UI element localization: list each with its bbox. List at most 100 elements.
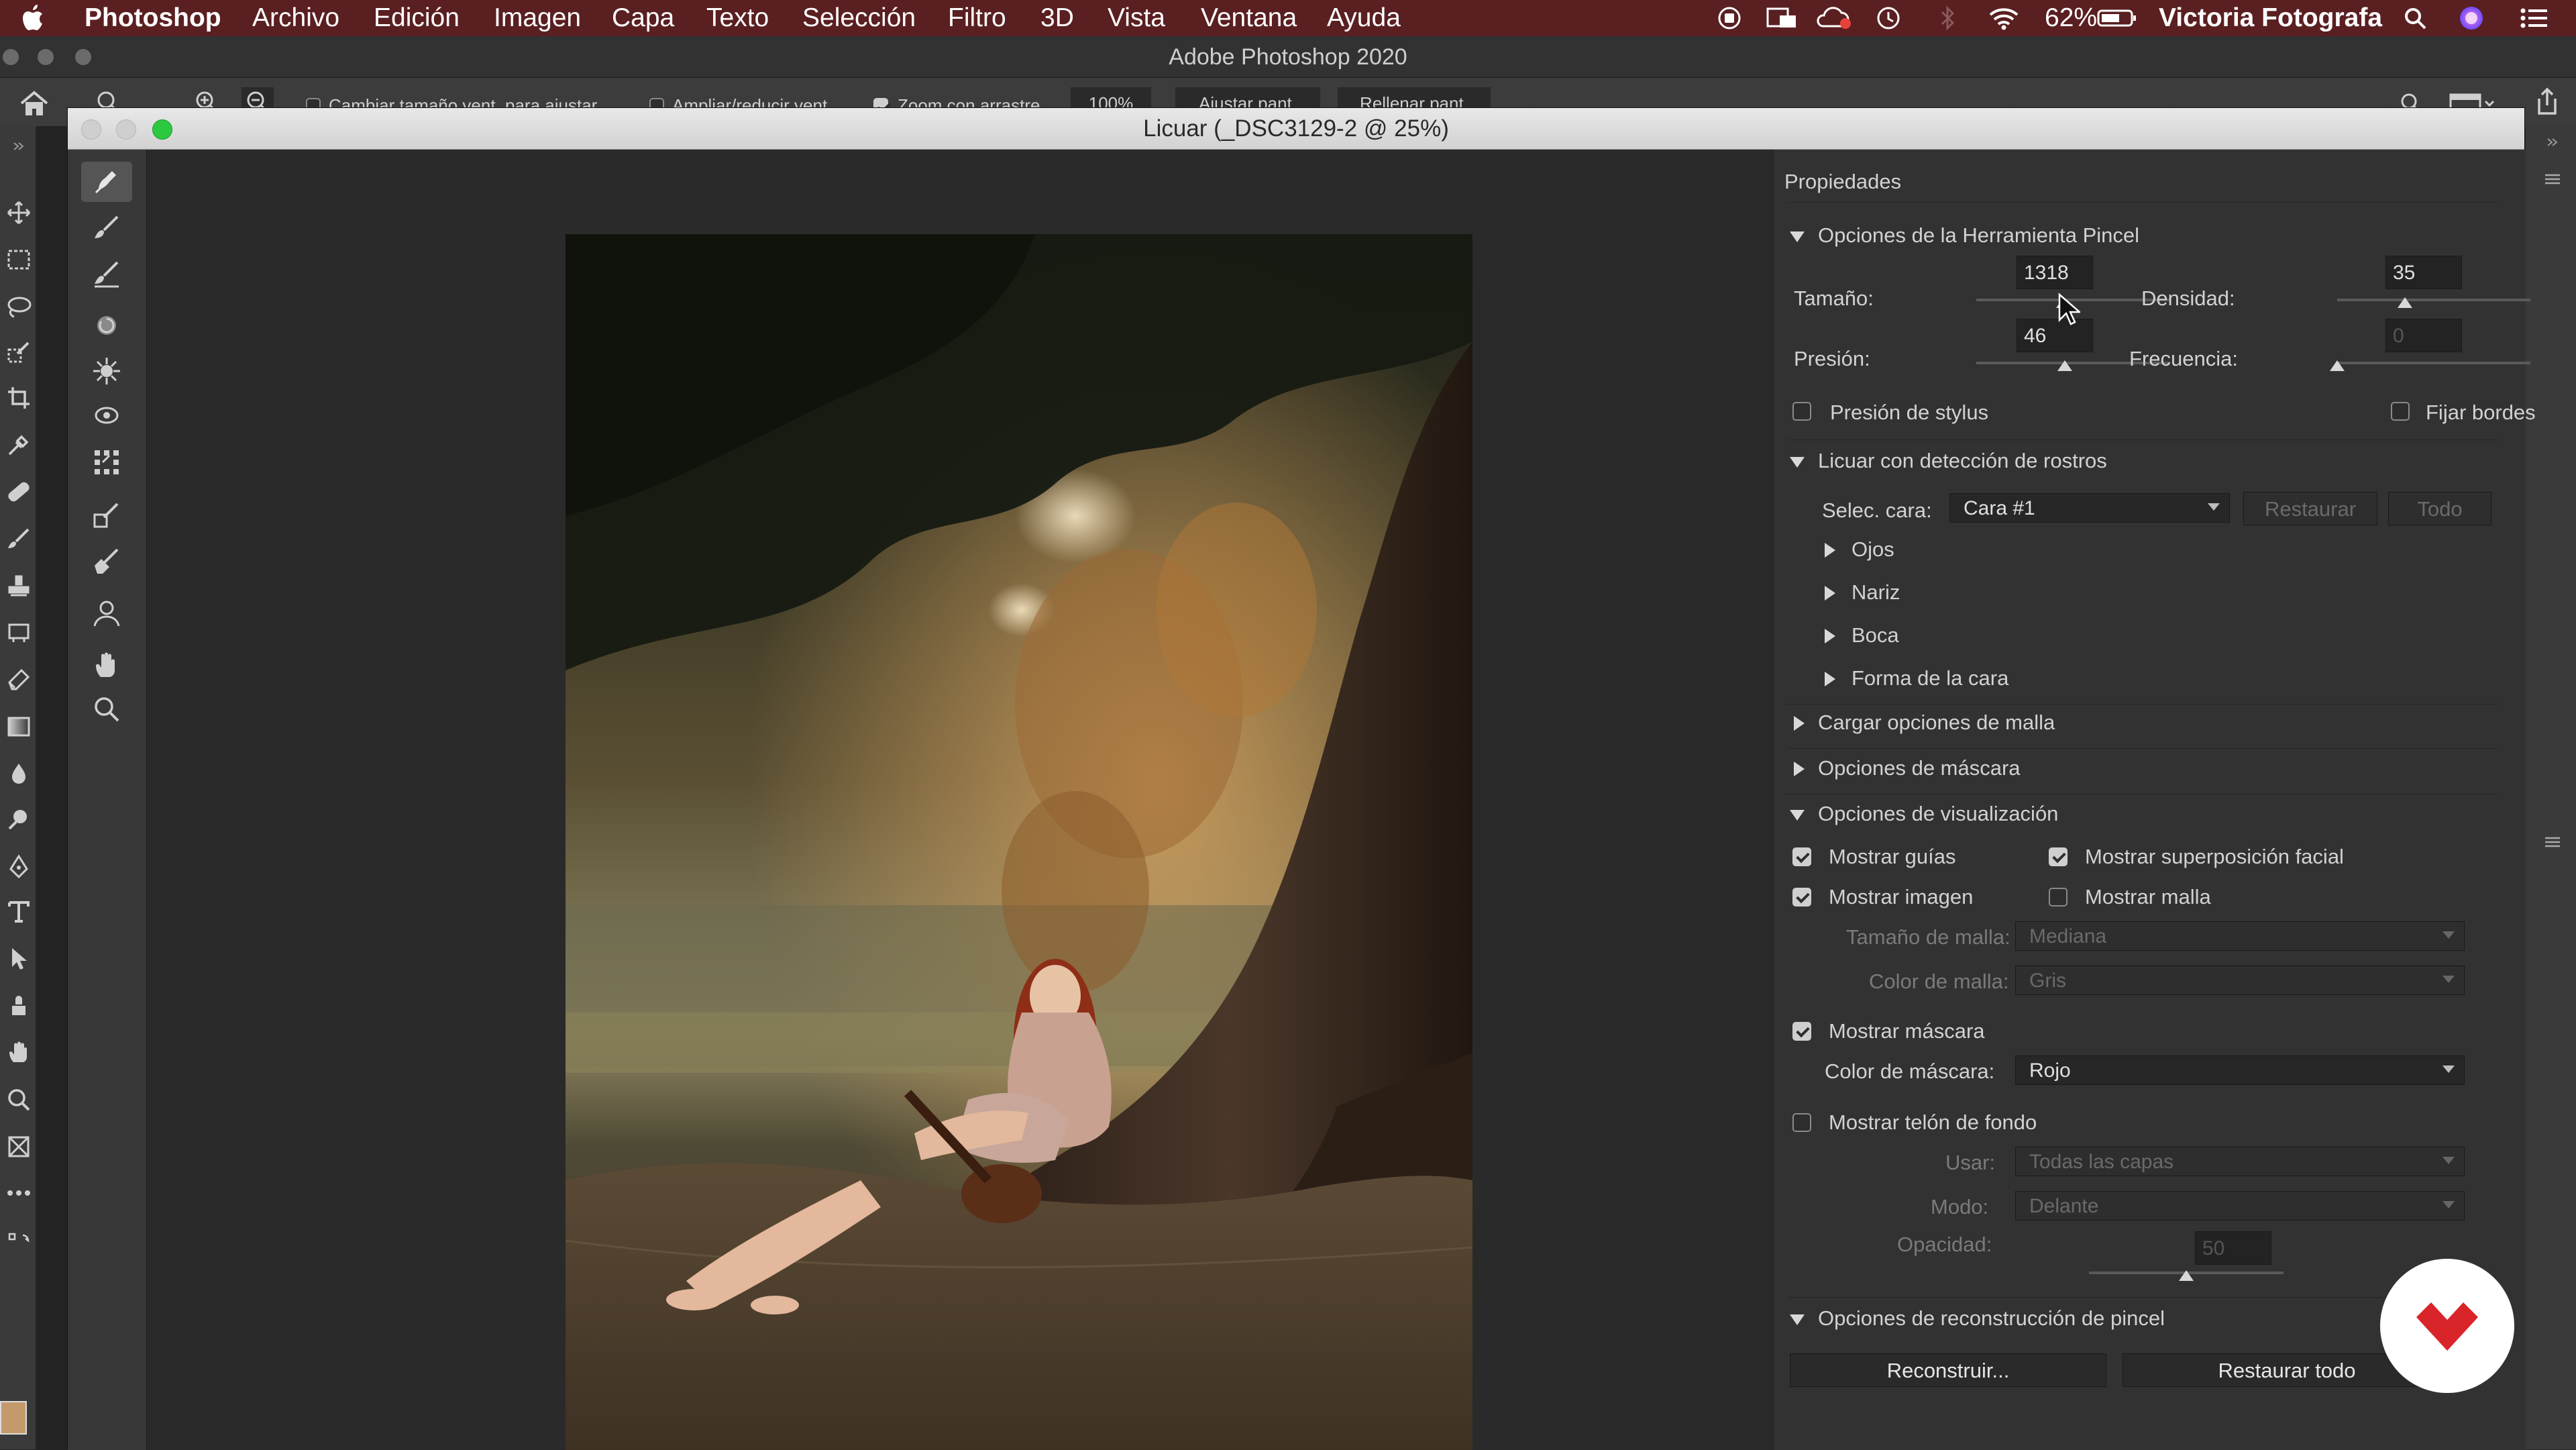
battery-icon[interactable] xyxy=(2096,4,2139,32)
user-name[interactable]: Victoria Fotografa xyxy=(2159,0,2382,36)
eyedropper-tool-icon[interactable] xyxy=(4,428,34,462)
face-shape-label[interactable]: Forma de la cara xyxy=(1851,666,2008,690)
mouth-label[interactable]: Boca xyxy=(1851,623,1899,648)
eyes-expand-icon[interactable] xyxy=(1825,543,1835,558)
toolbar-collapse-icon[interactable] xyxy=(0,140,36,153)
move-tool-icon[interactable] xyxy=(4,196,34,229)
select-face-dropdown[interactable]: Cara #1 xyxy=(1949,493,2230,523)
healing-brush-tool-icon[interactable] xyxy=(4,475,34,509)
share-icon[interactable] xyxy=(2530,86,2564,117)
object-selection-tool-icon[interactable] xyxy=(4,335,34,369)
show-image-checkbox[interactable] xyxy=(1792,888,1811,907)
reconstruct-header[interactable]: Opciones de reconstrucción de pincel xyxy=(1818,1306,2165,1331)
face-aware-header[interactable]: Licuar con detección de rostros xyxy=(1818,449,2107,473)
show-guides-checkbox[interactable] xyxy=(1792,847,1811,866)
liquify-zoom-tool-icon[interactable] xyxy=(81,689,132,729)
time-machine-icon[interactable] xyxy=(1872,4,1905,32)
forward-warp-tool-icon[interactable] xyxy=(81,162,132,202)
hand-tool-icon[interactable] xyxy=(4,1036,34,1070)
artboard-tool-icon[interactable] xyxy=(4,1130,34,1163)
load-mesh-expand-icon[interactable] xyxy=(1794,716,1805,731)
path-selection-tool-icon[interactable] xyxy=(4,942,34,976)
notes-icon[interactable] xyxy=(1763,4,1801,32)
menu-seleccion[interactable]: Selección xyxy=(802,0,916,36)
reconstruct-button[interactable]: Reconstruir... xyxy=(1790,1353,2106,1387)
view-options-header[interactable]: Opciones de visualización xyxy=(1818,802,2058,826)
rate-field[interactable]: 0 xyxy=(2385,319,2462,352)
brush-tool-icon[interactable] xyxy=(4,522,34,556)
lasso-tool-icon[interactable] xyxy=(4,290,34,323)
menu-3d[interactable]: 3D xyxy=(1040,0,1074,36)
menu-vista[interactable]: Vista xyxy=(1108,0,1165,36)
menu-imagen[interactable]: Imagen xyxy=(494,0,581,36)
menu-archivo[interactable]: Archivo xyxy=(252,0,339,36)
wifi-icon[interactable] xyxy=(1986,4,2022,32)
density-slider-track[interactable] xyxy=(2337,299,2530,301)
face-overlay-checkbox[interactable] xyxy=(2049,847,2068,866)
bluetooth-icon[interactable] xyxy=(1937,4,1957,32)
pressure-slider-thumb[interactable] xyxy=(2057,360,2073,371)
siri-icon[interactable] xyxy=(2457,4,2486,32)
menu-app-name[interactable]: Photoshop xyxy=(85,0,221,36)
menu-ventana[interactable]: Ventana xyxy=(1201,0,1297,36)
density-field[interactable]: 35 xyxy=(2385,256,2462,289)
swap-colors-icon[interactable] xyxy=(4,1228,34,1255)
face-aware-collapse-icon[interactable] xyxy=(1790,457,1805,468)
opacity-field[interactable]: 50 xyxy=(2195,1231,2271,1265)
home-icon[interactable] xyxy=(16,89,52,118)
freeze-mask-tool-icon[interactable] xyxy=(81,495,132,535)
mask-color-dropdown[interactable]: Rojo xyxy=(2015,1055,2465,1085)
photo-preview[interactable] xyxy=(566,234,1472,1450)
view-options-collapse-icon[interactable] xyxy=(1790,810,1805,821)
gradient-tool-icon[interactable] xyxy=(4,710,34,743)
eraser-tool-icon[interactable] xyxy=(4,663,34,696)
density-slider-thumb[interactable] xyxy=(2397,297,2412,308)
notification-center-icon[interactable] xyxy=(2516,4,2553,32)
spotlight-search-icon[interactable] xyxy=(2400,4,2430,32)
reconstruct-tool-icon[interactable] xyxy=(81,207,132,248)
twirl-tool-icon[interactable] xyxy=(81,305,132,346)
mask-options-header[interactable]: Opciones de máscara xyxy=(1818,756,2021,780)
menu-ayuda[interactable]: Ayuda xyxy=(1327,0,1401,36)
menu-texto[interactable]: Texto xyxy=(706,0,769,36)
type-tool-icon[interactable] xyxy=(4,895,34,929)
mask-options-expand-icon[interactable] xyxy=(1794,762,1805,776)
mesh-color-dropdown[interactable]: Gris xyxy=(2015,966,2465,995)
crop-tool-icon[interactable] xyxy=(4,381,34,415)
blur-tool-icon[interactable] xyxy=(4,757,34,790)
rate-slider-thumb[interactable] xyxy=(2330,360,2345,371)
pen-tool-icon[interactable] xyxy=(4,849,34,883)
show-mask-checkbox[interactable] xyxy=(1792,1022,1811,1041)
push-left-tool-icon[interactable] xyxy=(81,441,132,481)
menu-filtro[interactable]: Filtro xyxy=(948,0,1006,36)
dock-collapse-icon[interactable] xyxy=(2539,136,2566,149)
history-brush-tool-icon[interactable] xyxy=(4,616,34,650)
face-tool-icon[interactable] xyxy=(81,592,132,633)
liquify-hand-tool-icon[interactable] xyxy=(81,645,132,685)
eyes-label[interactable]: Ojos xyxy=(1851,537,1894,562)
panel-menu-icon-2[interactable] xyxy=(2539,832,2566,852)
load-mesh-header[interactable]: Cargar opciones de malla xyxy=(1818,711,2055,735)
foreground-color-swatch[interactable] xyxy=(0,1401,27,1435)
brush-options-header[interactable]: Opciones de la Herramienta Pincel xyxy=(1818,223,2139,248)
thaw-mask-tool-icon[interactable] xyxy=(81,540,132,580)
pucker-tool-icon[interactable] xyxy=(81,351,132,391)
apple-icon[interactable] xyxy=(20,4,50,32)
face-shape-expand-icon[interactable] xyxy=(1825,672,1835,686)
size-field[interactable]: 1318 xyxy=(2017,256,2093,289)
smooth-tool-icon[interactable] xyxy=(81,253,132,293)
more-tools-icon[interactable] xyxy=(4,1180,34,1206)
shape-tool-icon[interactable] xyxy=(4,989,34,1023)
mode-dropdown[interactable]: Delante xyxy=(2015,1191,2465,1221)
bloat-tool-icon[interactable] xyxy=(81,395,132,435)
reconstruct-collapse-icon[interactable] xyxy=(1790,1314,1805,1325)
nose-expand-icon[interactable] xyxy=(1825,586,1835,601)
face-reset-button[interactable]: Restaurar xyxy=(2243,492,2377,525)
opacity-slider-thumb[interactable] xyxy=(2179,1270,2194,1281)
stylus-pressure-checkbox[interactable] xyxy=(1792,402,1811,421)
liquify-canvas[interactable] xyxy=(147,150,1784,1450)
menu-capa[interactable]: Capa xyxy=(612,0,674,36)
rate-slider-track[interactable] xyxy=(2337,362,2530,364)
dodge-tool-icon[interactable] xyxy=(4,802,34,836)
pin-edges-checkbox[interactable] xyxy=(2391,402,2410,421)
